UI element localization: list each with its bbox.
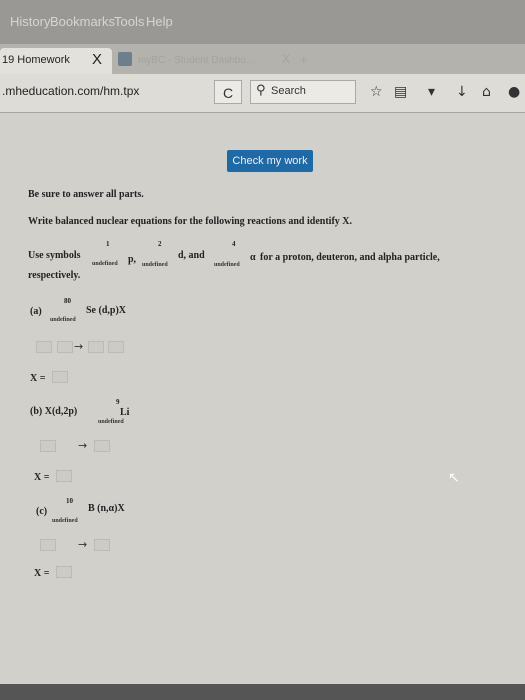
part-b-product-box[interactable]	[94, 440, 110, 452]
home-icon[interactable]: ⌂	[482, 84, 491, 100]
search-icon: ⚲	[256, 83, 266, 98]
part-c-reactant-box[interactable]	[40, 539, 56, 551]
proton-undefined: undefined	[92, 261, 118, 267]
taskbar	[0, 684, 525, 700]
page-content	[0, 113, 525, 700]
menu-history[interactable]: History	[10, 14, 50, 29]
proton-mass-number: 1	[106, 240, 110, 248]
part-a-product-box[interactable]	[88, 341, 104, 353]
instruction-answer-all: Be sure to answer all parts.	[28, 189, 144, 200]
part-b-mass-number: 9	[116, 398, 120, 406]
part-a-reactant-box-2[interactable]	[57, 341, 73, 353]
part-b-label: (b) X(d,2p)	[30, 406, 78, 417]
part-a-reactant-box[interactable]	[36, 341, 52, 353]
part-a-mass-number: 80	[64, 297, 71, 305]
search-placeholder: Search	[271, 85, 306, 97]
part-c-mass-number: 10	[66, 497, 73, 505]
close-icon[interactable]: X	[92, 51, 102, 68]
new-tab-icon[interactable]: +	[300, 52, 308, 67]
search-input[interactable]: ⚲ Search	[250, 80, 356, 104]
deuteron-mass-number: 2	[158, 240, 162, 248]
alpha-symbol: α	[250, 252, 256, 263]
menu-help[interactable]: Help	[146, 14, 173, 29]
menu-bar: History Bookmarks Tools Help	[0, 0, 525, 44]
part-c-product-box[interactable]	[94, 539, 110, 551]
mouse-cursor-icon: ↖	[448, 470, 460, 486]
menu-tools[interactable]: Tools	[114, 14, 144, 29]
part-c-undefined: undefined	[52, 518, 78, 524]
part-b-x-label: X =	[34, 472, 50, 483]
deuteron-undefined: undefined	[142, 262, 168, 268]
part-b-reactant-box[interactable]	[40, 440, 56, 452]
menu-icon[interactable]: ●	[508, 84, 520, 100]
part-a-x-input[interactable]	[52, 371, 68, 383]
part-a-undefined: undefined	[50, 317, 76, 323]
url-field[interactable]: .mheducation.com/hm.tpx	[2, 84, 139, 98]
reader-icon[interactable]: ▤	[394, 84, 407, 100]
close-icon[interactable]: X	[282, 52, 290, 66]
alpha-mass-number: 4	[232, 240, 236, 248]
part-c-reaction: B (n,α)X	[88, 503, 125, 514]
tab-homework[interactable]: 19 Homework X	[0, 48, 112, 74]
bookmark-star-icon[interactable]: ☆	[370, 84, 383, 100]
respectively-text: respectively.	[28, 270, 81, 281]
part-a-x-label: X =	[30, 373, 46, 384]
part-b-arrow: →	[78, 439, 88, 452]
favicon-icon	[118, 52, 132, 66]
part-b-element: Li	[120, 407, 130, 418]
use-symbols-label: Use symbols	[28, 250, 81, 261]
part-b-x-input[interactable]	[56, 470, 72, 482]
tab-title: 19 Homework	[2, 54, 70, 66]
part-c-arrow: →	[78, 538, 88, 551]
proton-symbol: p,	[128, 254, 137, 265]
deuteron-symbol: d, and	[178, 250, 205, 261]
alpha-undefined: undefined	[214, 262, 240, 268]
download-icon[interactable]: ↓	[456, 84, 468, 100]
part-c-x-label: X =	[34, 568, 50, 579]
pocket-icon[interactable]: ▾	[428, 84, 435, 100]
part-c-label: (c)	[36, 506, 48, 517]
part-a-label: (a)	[30, 306, 42, 317]
tab-dashboard[interactable]: myBC - Student Dashbo...	[138, 55, 254, 66]
menu-bookmarks[interactable]: Bookmarks	[50, 14, 115, 29]
symbols-description: for a proton, deuteron, and alpha partic…	[260, 252, 440, 263]
part-a-product-box-2[interactable]	[108, 341, 124, 353]
part-a-arrow: →	[74, 340, 84, 353]
check-my-work-button[interactable]: Check my work	[227, 150, 313, 172]
instruction-write-equations: Write balanced nuclear equations for the…	[28, 216, 352, 227]
reload-button[interactable]: C	[214, 80, 242, 104]
part-b-undefined: undefined	[98, 419, 124, 425]
part-a-reaction: Se (d,p)X	[86, 305, 127, 316]
part-c-x-input[interactable]	[56, 566, 72, 578]
